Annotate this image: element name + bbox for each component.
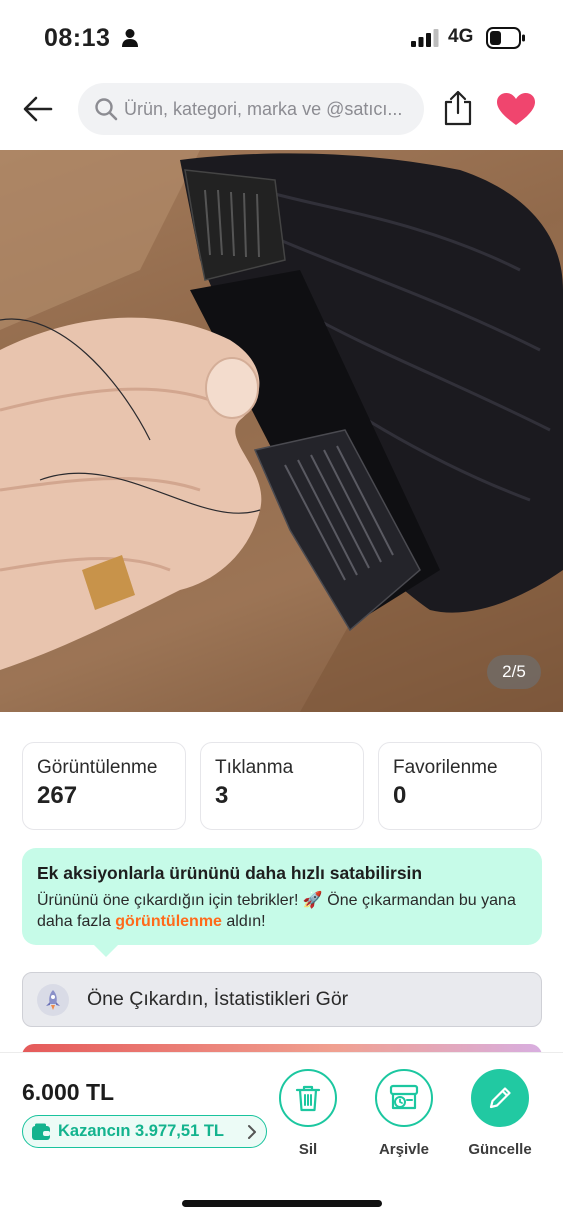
share-icon[interactable]: [442, 90, 474, 126]
pencil-icon: [489, 1087, 511, 1109]
network-label: 4G: [448, 26, 474, 47]
earnings-pill[interactable]: Kazancın 3.977,51 TL: [22, 1115, 267, 1148]
promo-callout: Ek aksiyonlarla ürününü daha hızlı satab…: [22, 848, 542, 957]
promo-body-end: aldın!: [221, 913, 266, 930]
update-button[interactable]: Güncelle: [460, 1069, 540, 1158]
wallet-icon: [32, 1123, 50, 1140]
promotion-stats-button[interactable]: Öne Çıkardın, İstatistikleri Gör: [22, 972, 542, 1027]
home-indicator[interactable]: [182, 1200, 382, 1207]
update-label: Güncelle: [468, 1141, 532, 1158]
promo-highlight: görüntülenme: [115, 913, 222, 930]
stats-row: Görüntülenme 267 Tıklanma 3 Favorilenme …: [22, 742, 542, 830]
status-bar: 08:13 4G: [0, 0, 563, 75]
update-circle: [471, 1069, 529, 1127]
product-photo-illustration: [0, 150, 563, 712]
stat-value: 3: [215, 782, 229, 809]
search-icon: [95, 98, 118, 121]
price: 6.000 TL: [22, 1079, 115, 1105]
product-photo[interactable]: 2/5: [0, 150, 563, 712]
promo-title: Ek aksiyonlarla ürününü daha hızlı satab…: [37, 863, 423, 883]
stat-label: Favorilenme: [393, 757, 498, 778]
stat-label: Görüntülenme: [37, 757, 158, 778]
trash-icon: [295, 1085, 321, 1112]
rocket-icon: [37, 983, 69, 1016]
delete-circle: [279, 1069, 337, 1127]
delete-button[interactable]: Sil: [268, 1069, 348, 1158]
search-input[interactable]: Ürün, kategori, marka ve @satıcı...: [78, 83, 424, 135]
earnings-label: Kazancın 3.977,51 TL: [58, 1122, 224, 1140]
stat-label: Tıklanma: [215, 757, 294, 778]
stat-value: 267: [37, 782, 78, 809]
search-placeholder: Ürün, kategori, marka ve @satıcı...: [124, 98, 403, 119]
chevron-right-icon: [248, 1125, 256, 1139]
product-detail-screen: 08:13 4G Ürün, kategori, marka ve @satıc…: [0, 0, 563, 1219]
signal-icon: [411, 29, 439, 47]
stat-card-views: Görüntülenme 267: [22, 742, 186, 830]
stat-card-clicks: Tıklanma 3: [200, 742, 364, 830]
back-arrow-icon[interactable]: [22, 94, 54, 124]
heart-icon[interactable]: [496, 92, 536, 126]
search-header: Ürün, kategori, marka ve @satıcı...: [0, 80, 563, 140]
delete-label: Sil: [298, 1141, 318, 1158]
stat-card-favorites: Favorilenme 0: [378, 742, 542, 830]
stat-value: 0: [393, 782, 407, 809]
battery-icon: [486, 27, 525, 49]
promo-body-text: Ürününü öne çıkardığın için tebrikler! 🚀…: [37, 892, 516, 930]
promo-body: Ürününü öne çıkardığın için tebrikler! 🚀…: [37, 890, 527, 932]
person-icon: [122, 29, 138, 47]
status-time: 08:13: [44, 24, 111, 52]
page-indicator: 2/5: [487, 655, 541, 689]
bottom-action-bar: 6.000 TL Kazancın 3.977,51 TL Sil Arşivl…: [0, 1052, 563, 1219]
archive-label: Arşivle: [378, 1141, 430, 1158]
archive-button[interactable]: Arşivle: [364, 1069, 444, 1158]
promotion-stats-label: Öne Çıkardın, İstatistikleri Gör: [87, 988, 349, 1010]
archive-icon: [389, 1084, 419, 1110]
archive-circle: [375, 1069, 433, 1127]
